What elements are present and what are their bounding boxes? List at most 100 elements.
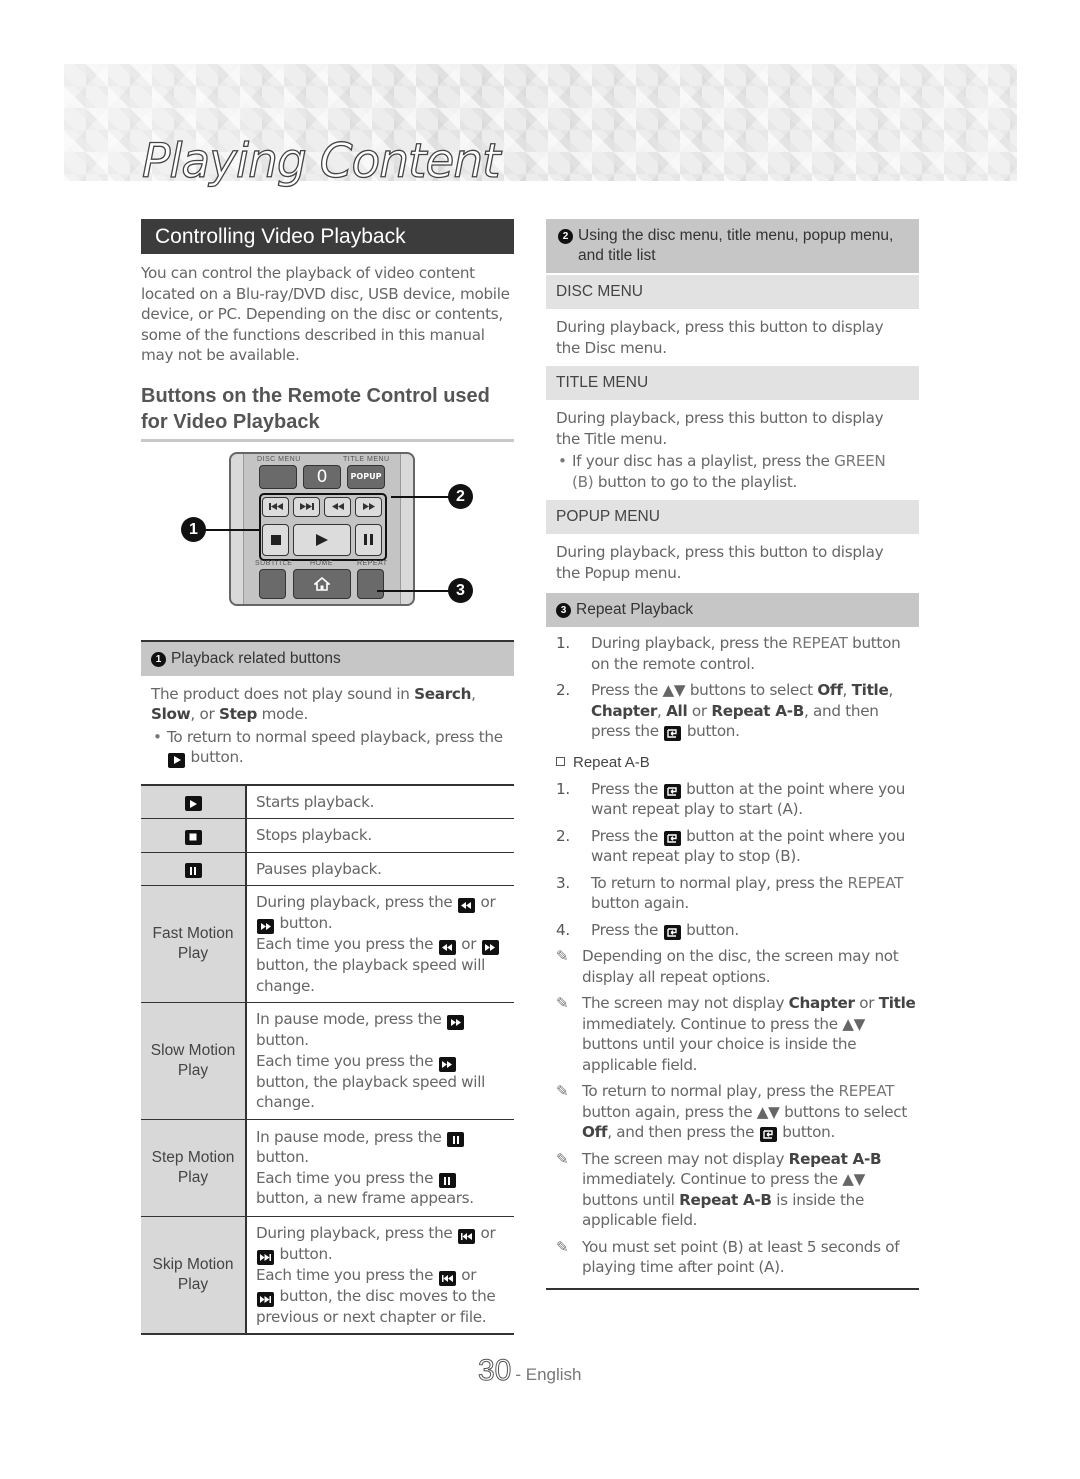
disc-menu-heading: DISC MENU: [546, 275, 919, 309]
callout-1: 1: [181, 516, 206, 542]
repeat-button: [357, 568, 384, 599]
repeat-ab-steps: 1. Press the button at the point where y…: [546, 779, 919, 941]
list-item: 1. During playback, press the REPEAT but…: [556, 634, 901, 673]
stop-icon: [184, 829, 202, 845]
home-label: HOME: [310, 559, 333, 567]
repeat-ab-heading: Repeat A-B: [546, 748, 919, 779]
callout-2: 2: [448, 483, 473, 509]
skip-back-icon: [268, 503, 283, 510]
pause-icon: [184, 863, 202, 879]
pause-icon: [364, 534, 373, 545]
fast-forward-icon: [438, 1056, 456, 1072]
stop-icon: [270, 534, 281, 545]
fast-forward-icon: [257, 919, 274, 934]
playback-note: The product does not play sound in Searc…: [141, 676, 514, 776]
skip-back-icon: [438, 1270, 456, 1286]
pencil-icon: ✎: [556, 994, 569, 1012]
row-text: In pause mode, press the button. Each ti…: [246, 1118, 514, 1216]
home-button: [293, 568, 351, 599]
row-text: During playback, press the or button. Ea…: [246, 1215, 514, 1334]
repeat-notes: ✎ Depending on the disc, the screen may …: [546, 946, 919, 1290]
repeat-box-header: 3 Repeat Playback: [546, 593, 919, 627]
list-item: 1. Press the button at the point where y…: [556, 779, 906, 819]
page-number: 30: [477, 1354, 512, 1388]
rewind-icon: [331, 503, 344, 510]
disc-menu-text: During playback, press this button to di…: [556, 318, 884, 357]
pencil-icon: ✎: [556, 947, 569, 965]
callout-1-line: [203, 528, 259, 531]
menu-box-header: 2 Using the disc menu, title menu, popup…: [546, 219, 919, 273]
page-footer: 30- English: [477, 1354, 582, 1388]
badge-2: 2: [558, 229, 573, 244]
disc-menu-label: DISC MENU: [257, 455, 301, 463]
list-item: 3. To return to normal play, press the R…: [556, 873, 904, 913]
right-column: 2 Using the disc menu, title menu, popup…: [546, 219, 919, 1290]
home-icon: [314, 576, 330, 591]
play-icon: [168, 752, 185, 768]
play-icon: [316, 533, 328, 546]
rewind-button: [324, 496, 351, 517]
zero-button: 0: [303, 464, 341, 489]
note-item: ✎ Depending on the disc, the screen may …: [556, 947, 899, 986]
row-key: Step Motion Play: [141, 1118, 247, 1216]
list-item: 2. Press the ▲▼ buttons to select Off, T…: [556, 681, 893, 741]
skip-back-icon: [457, 1228, 475, 1244]
play-button: [293, 523, 351, 556]
row-text: During playback, press the or button. Ea…: [246, 885, 514, 1003]
pause-icon: [447, 1132, 465, 1147]
page-language: - English: [515, 1365, 582, 1384]
title-menu-text: During playback, press this button to di…: [546, 400, 919, 500]
row-text: Starts playback.: [256, 792, 375, 811]
callout-3-line: [377, 589, 449, 592]
repeat-box-title: Repeat Playback: [576, 601, 694, 618]
skip-forward-icon: [257, 1249, 274, 1265]
table-row: Slow Motion Play In pause mode, press th…: [141, 1002, 514, 1119]
subtitle-label: SUBTITLE: [255, 559, 293, 567]
pencil-icon: ✎: [556, 1237, 569, 1256]
remote-illustration: DISC MENU TITLE MENU 0 POPUP SUBTITLE HO…: [141, 450, 514, 640]
table-row: Skip Motion Play During playback, press …: [141, 1215, 514, 1334]
enter-icon: [663, 830, 681, 846]
row-key: Fast Motion Play: [141, 885, 247, 1003]
pencil-icon: ✎: [556, 1082, 569, 1100]
fast-forward-icon: [481, 940, 499, 955]
row-text: Pauses playback.: [246, 851, 514, 886]
enter-icon: [663, 783, 681, 799]
table-row: Pauses playback.: [141, 851, 514, 886]
popup-menu-heading: POPUP MENU: [546, 500, 919, 534]
playback-box-header: 1 Playback related buttons: [141, 639, 514, 676]
badge-1: 1: [151, 651, 166, 667]
table-row: Stops playback.: [141, 818, 514, 852]
table-row: Starts playback.: [141, 784, 514, 819]
pause-icon: [438, 1173, 456, 1188]
row-text: In pause mode, press the button. Each ti…: [246, 1002, 514, 1119]
stop-button: [262, 523, 289, 556]
playback-bullet: To return to normal speed playback, pres…: [151, 727, 504, 768]
skip-forward-icon: [299, 503, 314, 510]
note-item: ✎ The screen may not display Repeat A-B …: [556, 1149, 882, 1230]
enter-icon: [663, 924, 681, 940]
note-item: ✎ You must set point (B) at least 5 seco…: [556, 1237, 900, 1277]
menu-box-title: Using the disc menu, title menu, popup m…: [578, 227, 894, 264]
pause-button: [355, 523, 382, 556]
table-row: Fast Motion Play During playback, press …: [141, 885, 514, 1003]
checkbox-icon: [556, 756, 565, 766]
section-title: Controlling Video Playback: [141, 219, 514, 254]
list-item: 4. Press the button.: [556, 920, 739, 940]
callout-2-line: [391, 495, 449, 498]
repeat-label: REPEAT: [357, 559, 388, 567]
rewind-icon: [457, 898, 475, 913]
popup-button: POPUP: [347, 464, 385, 489]
subtitle-button: [259, 568, 286, 599]
subheading: Buttons on the Remote Control used for V…: [141, 383, 514, 442]
table-row: Step Motion Play In pause mode, press th…: [141, 1118, 514, 1216]
rewind-icon: [438, 940, 456, 955]
fast-forward-icon: [447, 1015, 465, 1030]
skip-back-button: [262, 496, 289, 517]
title-menu-label: TITLE MENU: [343, 455, 390, 463]
playback-table: Starts playback. Stops playback. Pauses …: [141, 783, 514, 1335]
popup-menu-text: During playback, press this button to di…: [556, 543, 884, 582]
repeat-steps: 1. During playback, press the REPEAT but…: [546, 627, 919, 742]
playback-box-title: Playback related buttons: [171, 649, 341, 667]
fast-forward-icon: [362, 503, 375, 510]
